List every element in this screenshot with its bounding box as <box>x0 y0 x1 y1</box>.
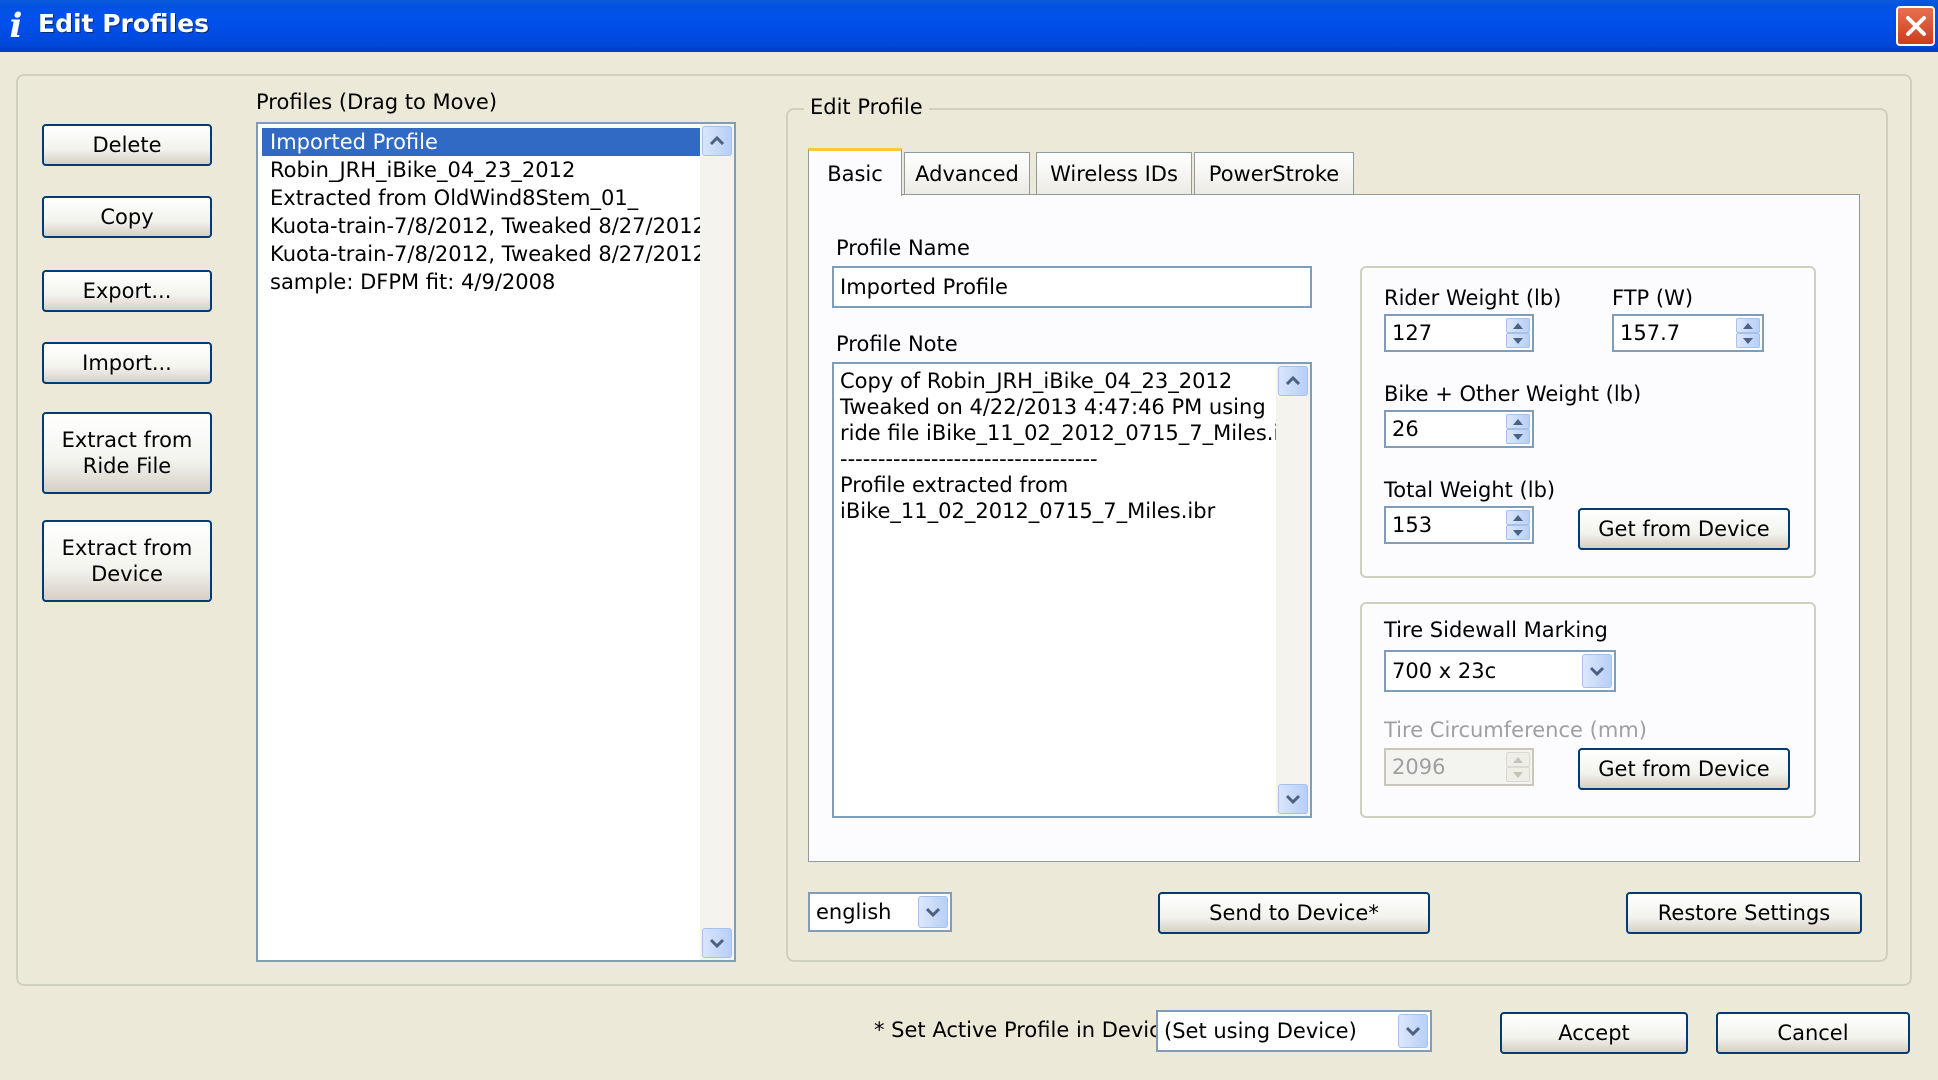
close-icon <box>1906 16 1926 36</box>
increment-button[interactable] <box>1506 510 1530 525</box>
ftp-stepper[interactable]: 157.7 <box>1612 314 1764 352</box>
note-line: ride file iBike_11_02_2012_0715_7_Miles.… <box>840 421 1302 445</box>
tire-circumference-value: 2096 <box>1392 755 1446 779</box>
rider-weight-stepper[interactable]: 127 <box>1384 314 1534 352</box>
decrement-button[interactable] <box>1506 525 1530 540</box>
rider-weight-value: 127 <box>1392 321 1433 345</box>
arrow-up-icon <box>1513 322 1523 329</box>
scroll-down-button[interactable] <box>702 928 732 958</box>
language-select[interactable]: english <box>808 892 952 932</box>
dropdown-button[interactable] <box>918 896 948 928</box>
decrement-button[interactable] <box>1506 429 1530 444</box>
profiles-label: Profiles (Drag to Move) <box>256 90 498 114</box>
arrow-down-icon <box>1513 337 1523 344</box>
chevron-down-icon <box>709 938 725 948</box>
note-scrollbar[interactable] <box>1276 364 1310 816</box>
list-item[interactable]: Extracted from OldWind8Stem_01_ <box>262 184 702 212</box>
ftp-value: 157.7 <box>1620 321 1681 345</box>
tire-marking-value: 700 x 23c <box>1392 659 1497 683</box>
export-button[interactable]: Export... <box>42 270 212 312</box>
arrow-down-icon <box>1743 337 1753 344</box>
close-button[interactable] <box>1896 6 1935 46</box>
ibike-app-icon: i <box>9 6 23 46</box>
active-profile-label: * Set Active Profile in Device <box>874 1018 1174 1042</box>
list-item[interactable]: Kuota-train-7/8/2012, Tweaked 8/27/2012 <box>262 212 702 240</box>
chevron-down-icon <box>1405 1026 1421 1036</box>
window-title: Edit Profiles <box>38 9 209 38</box>
chevron-down-icon <box>1285 794 1301 804</box>
tab-wireless-ids[interactable]: Wireless IDs <box>1036 152 1192 194</box>
get-weight-from-device-button[interactable]: Get from Device <box>1578 508 1790 550</box>
chevron-up-icon <box>1285 376 1301 386</box>
edit-profile-group-label: Edit Profile <box>804 95 929 119</box>
note-line: Tweaked on 4/22/2013 4:47:46 PM using <box>840 395 1266 419</box>
chevron-down-icon <box>925 907 941 917</box>
dropdown-button[interactable] <box>1398 1014 1428 1048</box>
note-line: Profile extracted from <box>840 473 1069 497</box>
scroll-up-button[interactable] <box>1278 366 1308 396</box>
note-line: iBike_11_02_2012_0715_7_Miles.ibr <box>840 499 1216 523</box>
accept-button[interactable]: Accept <box>1500 1012 1688 1054</box>
increment-button <box>1506 752 1530 767</box>
profile-name-input[interactable]: Imported Profile <box>832 266 1312 308</box>
ftp-label: FTP (W) <box>1612 286 1694 310</box>
profiles-list[interactable]: Imported Profile Robin_JRH_iBike_04_23_2… <box>256 122 736 962</box>
dropdown-button[interactable] <box>1582 654 1612 688</box>
scroll-down-button[interactable] <box>1278 784 1308 814</box>
arrow-down-icon <box>1513 529 1523 536</box>
chevron-down-icon <box>1589 666 1605 676</box>
total-weight-value: 153 <box>1392 513 1433 537</box>
total-weight-stepper[interactable]: 153 <box>1384 506 1534 544</box>
increment-button[interactable] <box>1736 318 1760 333</box>
arrow-up-icon <box>1513 418 1523 425</box>
arrow-up-icon <box>1513 514 1523 521</box>
list-item[interactable]: sample: DFPM fit: 4/9/2008 <box>262 268 702 296</box>
active-profile-select[interactable]: (Set using Device) <box>1156 1010 1432 1052</box>
get-tire-from-device-button[interactable]: Get from Device <box>1578 748 1790 790</box>
chevron-up-icon <box>709 136 725 146</box>
list-item[interactable]: Robin_JRH_iBike_04_23_2012 <box>262 156 702 184</box>
extract-from-ride-file-button[interactable]: Extract from Ride File <box>42 412 212 494</box>
note-line: Copy of Robin_JRH_iBike_04_23_2012 <box>840 369 1233 393</box>
restore-settings-button[interactable]: Restore Settings <box>1626 892 1862 934</box>
tire-marking-select[interactable]: 700 x 23c <box>1384 650 1616 692</box>
profile-note-textarea[interactable]: Copy of Robin_JRH_iBike_04_23_2012 Tweak… <box>832 362 1312 818</box>
decrement-button[interactable] <box>1736 333 1760 348</box>
increment-button[interactable] <box>1506 414 1530 429</box>
rider-weight-label: Rider Weight (lb) <box>1384 286 1562 310</box>
tire-circumference-stepper: 2096 <box>1384 748 1534 786</box>
copy-button[interactable]: Copy <box>42 196 212 238</box>
tire-marking-label: Tire Sidewall Marking <box>1384 618 1608 642</box>
delete-button[interactable]: Delete <box>42 124 212 166</box>
extract-from-device-button[interactable]: Extract from Device <box>42 520 212 602</box>
title-bar: i Edit Profiles <box>0 0 1938 52</box>
import-button[interactable]: Import... <box>42 342 212 384</box>
scroll-up-button[interactable] <box>702 126 732 156</box>
increment-button[interactable] <box>1506 318 1530 333</box>
arrow-down-icon <box>1513 771 1523 778</box>
decrement-button[interactable] <box>1506 333 1530 348</box>
bike-weight-label: Bike + Other Weight (lb) <box>1384 382 1642 406</box>
list-item[interactable]: Imported Profile <box>262 128 702 156</box>
profile-note-label: Profile Note <box>836 332 958 356</box>
arrow-up-icon <box>1513 756 1523 763</box>
tab-powerstroke[interactable]: PowerStroke <box>1194 152 1354 194</box>
cancel-button[interactable]: Cancel <box>1716 1012 1910 1054</box>
list-item[interactable]: Kuota-train-7/8/2012, Tweaked 8/27/2012 <box>262 240 702 268</box>
profile-name-label: Profile Name <box>836 236 970 260</box>
note-line: ---------------------------------- <box>840 447 1098 471</box>
total-weight-label: Total Weight (lb) <box>1384 478 1556 502</box>
send-to-device-button[interactable]: Send to Device* <box>1158 892 1430 934</box>
language-value: english <box>816 900 892 924</box>
arrow-up-icon <box>1743 322 1753 329</box>
active-profile-value: (Set using Device) <box>1164 1019 1357 1043</box>
tab-advanced[interactable]: Advanced <box>904 152 1030 194</box>
tire-circumference-label: Tire Circumference (mm) <box>1384 718 1647 742</box>
profiles-scrollbar[interactable] <box>700 124 734 960</box>
tab-basic[interactable]: Basic <box>808 148 902 196</box>
bike-weight-value: 26 <box>1392 417 1419 441</box>
decrement-button <box>1506 767 1530 782</box>
arrow-down-icon <box>1513 433 1523 440</box>
bike-weight-stepper[interactable]: 26 <box>1384 410 1534 448</box>
